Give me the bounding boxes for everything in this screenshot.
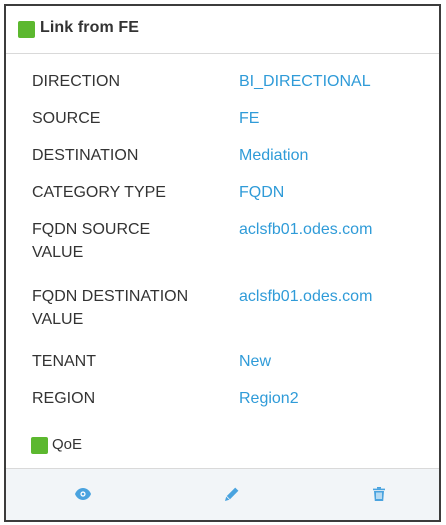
detail-value: BI_DIRECTIONAL (239, 73, 371, 90)
card-title: Link from FE (40, 19, 139, 36)
detail-value: Mediation (239, 147, 309, 164)
detail-value: FE (239, 110, 260, 127)
detail-label: FQDN SOURCE VALUE (32, 221, 151, 261)
detail-label: CATEGORY TYPE (32, 184, 166, 201)
detail-label: SOURCE (32, 110, 101, 127)
link-card: Link from FE DIRECTION BI_DIRECTIONAL SO… (4, 4, 441, 522)
detail-value: aclsfb01.odes.com (239, 221, 373, 238)
trash-icon (373, 487, 385, 501)
detail-label: FQDN DESTINATION VALUE (32, 288, 189, 328)
qoe-label: QoE (52, 436, 83, 453)
detail-value: aclsfb01.odes.com (239, 288, 373, 305)
status-indicator (18, 21, 35, 38)
detail-label: DIRECTION (32, 73, 120, 90)
card-actions (6, 468, 439, 520)
card-header: Link from FE (6, 6, 439, 54)
eye-icon (75, 488, 91, 500)
qoe-status-indicator (31, 437, 48, 454)
detail-value: New (239, 353, 272, 370)
detail-value: Region2 (239, 390, 299, 407)
detail-label: DESTINATION (32, 147, 139, 164)
detail-value: FQDN (239, 184, 285, 201)
edit-button[interactable] (220, 483, 244, 505)
delete-button[interactable] (367, 483, 391, 505)
pencil-icon (225, 487, 239, 501)
detail-label: TENANT (32, 353, 96, 370)
detail-label: REGION (32, 390, 96, 407)
view-button[interactable] (71, 483, 95, 505)
